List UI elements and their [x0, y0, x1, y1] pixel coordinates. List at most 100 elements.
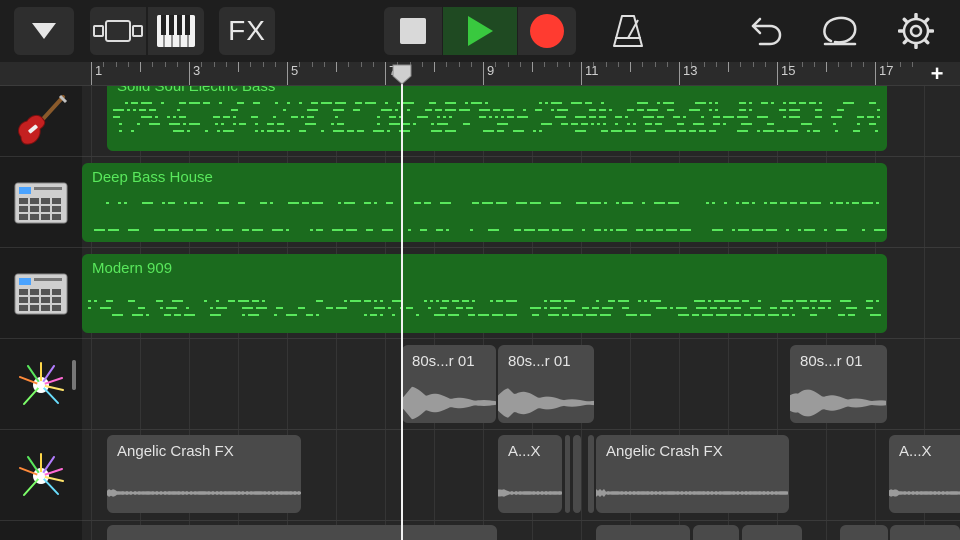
midi-note — [355, 102, 362, 104]
midi-note — [482, 202, 493, 204]
midi-note — [877, 116, 880, 118]
midi-note — [485, 102, 488, 104]
add-track-button[interactable]: + — [914, 62, 960, 86]
midi-note — [337, 123, 344, 125]
audio-region-fragment[interactable] — [573, 435, 581, 513]
midi-note — [118, 202, 121, 204]
audio-region-fragment[interactable] — [565, 435, 570, 513]
midi-note — [403, 102, 414, 104]
audio-region[interactable]: A...X — [889, 435, 960, 513]
midi-note — [571, 123, 578, 125]
midi-note — [538, 229, 549, 231]
midi-note — [780, 202, 787, 204]
midi-note — [413, 123, 416, 125]
midi-note — [792, 314, 795, 316]
midi-note — [713, 123, 720, 125]
midi-note — [866, 300, 873, 302]
loop-browser-button[interactable] — [818, 7, 862, 55]
track-lane-fx-2: Angelic Crash FX A...X Angelic Crash FX … — [82, 430, 960, 521]
midi-note — [589, 109, 596, 111]
midi-note — [365, 102, 376, 104]
stop-button[interactable] — [384, 7, 442, 55]
midi-note — [169, 123, 180, 125]
audio-region[interactable] — [890, 525, 960, 540]
midi-note — [610, 229, 613, 231]
midi-note — [119, 123, 122, 125]
track-header-drum-machine-2[interactable] — [0, 249, 82, 339]
track-header-bass[interactable] — [0, 86, 82, 157]
midi-note — [627, 109, 634, 111]
timeline-ruler[interactable]: 1357911131517 + — [82, 62, 960, 86]
audio-region[interactable] — [107, 525, 497, 540]
midi-note — [493, 109, 500, 111]
audio-region[interactable] — [596, 525, 690, 540]
track-header-fx-1[interactable] — [0, 340, 82, 430]
midi-note — [149, 123, 160, 125]
audio-region[interactable] — [840, 525, 888, 540]
track-header-drum-machine-1[interactable] — [0, 158, 82, 248]
audio-region[interactable]: 80s...r 01 — [498, 345, 594, 423]
midi-note — [190, 202, 197, 204]
midi-note — [141, 116, 152, 118]
midi-note — [622, 202, 633, 204]
playhead-handle[interactable] — [391, 64, 413, 86]
midi-note — [160, 307, 163, 309]
midi-note — [644, 300, 647, 302]
midi-note — [837, 109, 844, 111]
midi-note — [678, 314, 689, 316]
browser-menu-button[interactable] — [14, 7, 74, 55]
midi-note — [783, 102, 786, 104]
midi-note — [807, 130, 810, 132]
ruler-subtick — [470, 62, 472, 67]
region-name: Angelic Crash FX — [117, 443, 234, 460]
midi-region[interactable]: Deep Bass House — [82, 163, 887, 242]
audio-region[interactable] — [742, 525, 802, 540]
track-scrollbar[interactable] — [72, 360, 76, 390]
midi-note — [164, 314, 171, 316]
ruler-subtick — [225, 62, 227, 67]
play-button[interactable] — [443, 7, 517, 55]
midi-note — [517, 116, 528, 118]
midi-note — [715, 102, 718, 104]
playhead-line[interactable] — [401, 72, 403, 540]
add-label: + — [930, 62, 944, 86]
midi-note — [496, 202, 507, 204]
midi-note — [830, 202, 833, 204]
ruler-subtick — [127, 62, 129, 67]
audio-region[interactable]: Angelic Crash FX — [107, 435, 301, 513]
tracks-view-button[interactable] — [90, 7, 146, 55]
midi-note — [876, 202, 879, 204]
metronome-button[interactable] — [606, 7, 650, 55]
midi-note — [833, 123, 836, 125]
midi-note — [616, 202, 619, 204]
record-button[interactable] — [518, 7, 576, 55]
ruler-subtick — [274, 62, 276, 67]
undo-button[interactable] — [744, 7, 788, 55]
audio-region[interactable]: A...X — [498, 435, 562, 513]
audio-region[interactable]: Angelic Crash FX — [596, 435, 789, 513]
midi-region[interactable]: Modern 909 — [82, 254, 887, 333]
keyboard-view-button[interactable] — [148, 7, 204, 55]
midi-note — [585, 102, 592, 104]
ruler-subtick — [801, 62, 803, 67]
midi-note — [618, 300, 629, 302]
settings-button[interactable] — [894, 7, 938, 55]
track-header-fx-2[interactable] — [0, 431, 82, 521]
midi-note — [168, 229, 179, 231]
midi-region[interactable]: Solid Soul Electric Bass — [107, 86, 887, 151]
audio-region[interactable]: 80s...r 01 — [790, 345, 887, 423]
region-name: A...X — [508, 443, 541, 460]
midi-note — [744, 314, 751, 316]
audio-region[interactable] — [693, 525, 739, 540]
fx-button[interactable]: FX — [219, 7, 275, 55]
midi-note — [287, 102, 290, 104]
midi-note — [787, 130, 798, 132]
ruler-subtick — [360, 62, 362, 67]
audio-region-fragment[interactable] — [588, 435, 594, 513]
midi-note — [261, 130, 264, 132]
midi-note — [625, 116, 628, 118]
midi-note — [142, 202, 153, 204]
midi-note — [442, 300, 449, 302]
audio-region[interactable]: 80s...r 01 — [402, 345, 496, 423]
waveform — [498, 388, 594, 418]
